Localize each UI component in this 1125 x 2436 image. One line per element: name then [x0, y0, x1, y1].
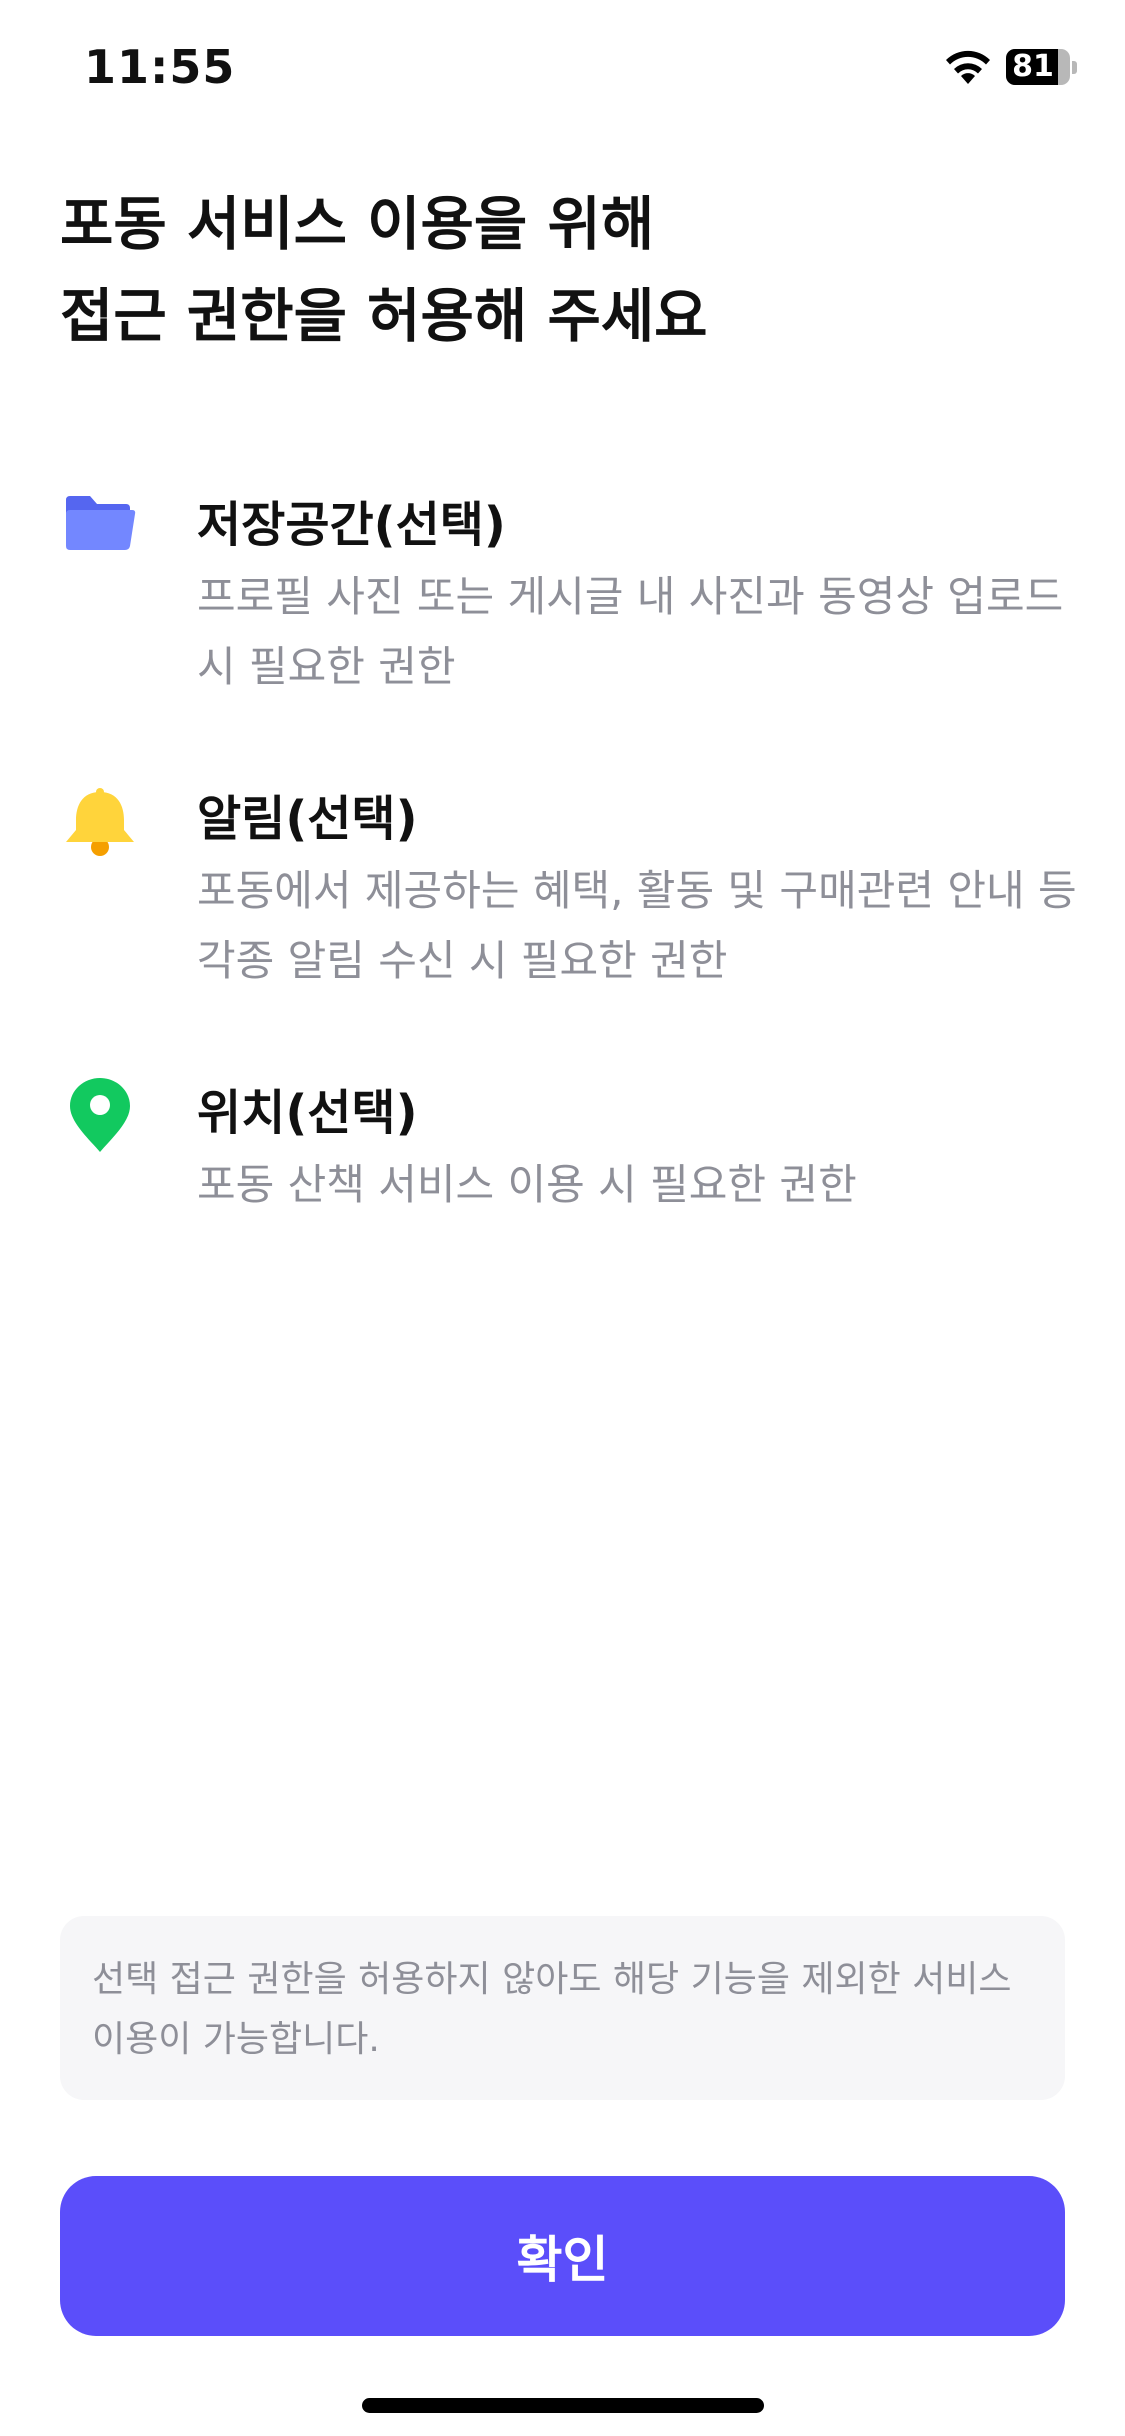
confirm-button[interactable]: 확인: [60, 2176, 1065, 2336]
page-title-line-1: 포동 서비스 이용을 위해: [60, 190, 655, 258]
bell-icon: [66, 788, 134, 856]
battery-cap: [1072, 61, 1077, 74]
wifi-icon: [946, 50, 990, 84]
status-bar: 11:55 81: [0, 0, 1125, 140]
permission-title: 알림(선택): [197, 791, 418, 847]
battery-body: 81: [1006, 49, 1070, 85]
battery-icon: 81: [1006, 49, 1078, 85]
battery-level: 81: [1012, 49, 1054, 84]
permission-title: 위치(선택): [197, 1085, 418, 1141]
page-title-line-2: 접근 권한을 허용해 주세요: [60, 282, 708, 350]
permission-description: 프로필 사진 또는 게시글 내 사진과 동영상 업로드 시 필요한 권한: [197, 572, 1064, 691]
page-title: 포동 서비스 이용을 위해 접근 권한을 허용해 주세요: [60, 178, 1060, 362]
permission-title: 저장공간(선택): [197, 497, 506, 553]
status-time: 11:55: [84, 40, 236, 94]
folder-icon: [66, 496, 136, 550]
location-pin-icon: [70, 1078, 130, 1152]
permission-description: 포동에서 제공하는 혜택, 활동 및 구매관련 안내 등 각종 알림 수신 시 …: [197, 866, 1077, 985]
notice-text: 선택 접근 권한을 허용하지 않아도 해당 기능을 제외한 서비스 이용이 가능…: [92, 1959, 1012, 2060]
home-indicator[interactable]: [362, 2398, 764, 2413]
permission-description: 포동 산책 서비스 이용 시 필요한 권한: [197, 1160, 857, 1209]
notice-box: 선택 접근 권한을 허용하지 않아도 해당 기능을 제외한 서비스 이용이 가능…: [60, 1916, 1065, 2100]
